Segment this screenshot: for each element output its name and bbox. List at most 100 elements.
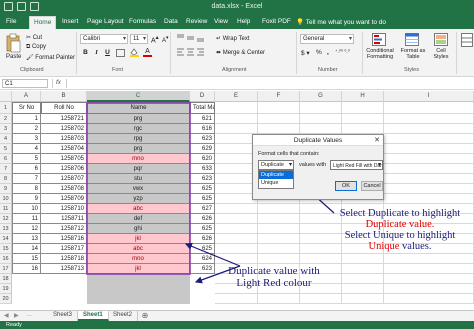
empty-cell[interactable] — [384, 264, 474, 274]
duplicate-cell[interactable]: abc — [87, 244, 190, 254]
table-cell[interactable]: pqr — [87, 164, 190, 174]
name-box[interactable]: C1 — [2, 79, 48, 88]
empty-cell[interactable] — [384, 274, 474, 284]
table-cell[interactable]: 10 — [12, 204, 41, 214]
empty-cell[interactable] — [384, 164, 474, 174]
table-header-cell[interactable]: Name — [87, 102, 190, 114]
table-cell[interactable]: rgc — [87, 124, 190, 134]
column-header[interactable]: I — [384, 91, 474, 102]
column-header[interactable]: D — [190, 91, 215, 102]
table-cell[interactable]: 623 — [190, 134, 215, 144]
empty-cell[interactable] — [215, 294, 258, 304]
sheet-tab-sheet2[interactable]: Sheet2 — [108, 311, 139, 321]
merge-center-button[interactable]: ⬌ Merge & Center — [216, 49, 265, 56]
empty-cell[interactable] — [258, 124, 300, 134]
empty-cell[interactable] — [384, 134, 474, 144]
prev-sheet-icon[interactable]: ◀ — [4, 312, 9, 319]
table-cell[interactable]: 1258704 — [41, 144, 87, 154]
italic-button[interactable]: I — [92, 48, 101, 57]
select-all-corner[interactable] — [0, 91, 12, 102]
row-header[interactable]: 17 — [0, 264, 12, 274]
accounting-format-icon[interactable]: $ ▾ — [301, 49, 310, 57]
cut-button[interactable]: ✂ Cut — [26, 34, 42, 41]
row-header[interactable]: 5 — [0, 144, 12, 154]
row-header[interactable]: 1 — [0, 102, 12, 114]
tab-home[interactable]: Home — [29, 16, 57, 29]
row-header[interactable]: 3 — [0, 124, 12, 134]
table-cell[interactable]: 2 — [12, 124, 41, 134]
table-cell[interactable]: 1258716 — [41, 234, 87, 244]
table-cell[interactable]: 1258703 — [41, 134, 87, 144]
table-cell[interactable]: 1258718 — [41, 254, 87, 264]
comma-style-icon[interactable]: , — [327, 49, 329, 56]
empty-cell[interactable] — [300, 102, 342, 114]
horizontal-align-icons[interactable] — [176, 48, 206, 56]
table-cell[interactable]: def — [87, 214, 190, 224]
empty-cell[interactable] — [258, 214, 300, 224]
empty-cell[interactable] — [215, 254, 258, 264]
table-cell[interactable]: 1258711 — [41, 214, 87, 224]
empty-cell[interactable] — [384, 194, 474, 204]
empty-cell[interactable] — [384, 124, 474, 134]
table-cell[interactable]: 623 — [190, 174, 215, 184]
empty-cell[interactable] — [384, 254, 474, 264]
empty-cell[interactable] — [215, 234, 258, 244]
row-header[interactable]: 18 — [0, 274, 12, 284]
empty-cell[interactable] — [215, 102, 258, 114]
conditional-formatting-button[interactable]: Conditional Formatting — [365, 48, 395, 60]
duplicate-cell[interactable]: abc — [87, 204, 190, 214]
table-cell[interactable]: 616 — [190, 124, 215, 134]
empty-cell[interactable] — [215, 224, 258, 234]
borders-icon[interactable] — [116, 49, 125, 57]
vertical-align-icons[interactable] — [176, 34, 206, 42]
row-header[interactable]: 19 — [0, 284, 12, 294]
underline-button[interactable]: U — [103, 48, 112, 57]
option-unique[interactable]: Unique — [259, 179, 293, 187]
empty-cell[interactable] — [342, 264, 384, 274]
tab-view[interactable]: View — [214, 18, 228, 25]
sheet-tab-sheet3[interactable]: Sheet3 — [48, 311, 79, 321]
copy-button[interactable]: ⧉ Copy — [26, 44, 46, 51]
table-header-cell[interactable]: Total Marks — [190, 102, 215, 114]
empty-cell[interactable] — [384, 154, 474, 164]
table-cell[interactable]: 624 — [190, 254, 215, 264]
cell-styles-icon[interactable] — [434, 33, 448, 46]
table-cell[interactable]: 627 — [190, 204, 215, 214]
table-cell[interactable]: 626 — [190, 234, 215, 244]
empty-cell[interactable] — [215, 124, 258, 134]
column-header[interactable]: H — [342, 91, 384, 102]
tab-page-layout[interactable]: Page Layout — [87, 18, 124, 25]
table-cell[interactable]: 1 — [12, 114, 41, 124]
empty-cell[interactable] — [215, 204, 258, 214]
empty-cell[interactable] — [342, 294, 384, 304]
wrap-text-button[interactable]: ↵ Wrap Text — [216, 35, 250, 42]
empty-cell[interactable] — [384, 102, 474, 114]
table-cell[interactable]: 1258713 — [41, 264, 87, 274]
empty-cell[interactable] — [384, 174, 474, 184]
table-cell[interactable]: yzp — [87, 194, 190, 204]
empty-cell[interactable] — [300, 294, 342, 304]
empty-cell[interactable] — [258, 224, 300, 234]
formula-input[interactable] — [70, 79, 470, 88]
row-header[interactable]: 10 — [0, 194, 12, 204]
tab-help[interactable]: Help — [237, 18, 250, 25]
table-header-cell[interactable]: Roll No — [41, 102, 87, 114]
row-header[interactable]: 16 — [0, 254, 12, 264]
table-header-cell[interactable]: Sr No — [12, 102, 41, 114]
table-cell[interactable]: 629 — [190, 144, 215, 154]
table-cell[interactable]: 626 — [190, 214, 215, 224]
font-size-select[interactable]: 11 — [130, 34, 148, 44]
insert-cells-icon[interactable] — [461, 33, 473, 47]
tab-review[interactable]: Review — [186, 18, 207, 25]
column-header[interactable]: F — [258, 91, 300, 102]
table-cell[interactable]: 625 — [190, 244, 215, 254]
format-painter-button[interactable]: 🖌 Format Painter — [26, 54, 75, 61]
table-cell[interactable]: 1258710 — [41, 204, 87, 214]
column-header[interactable]: G — [300, 91, 342, 102]
tab-insert[interactable]: Insert — [62, 18, 78, 25]
option-duplicate[interactable]: Duplicate — [259, 171, 293, 179]
empty-cell[interactable] — [258, 294, 300, 304]
table-cell[interactable]: 3 — [12, 134, 41, 144]
empty-cell[interactable] — [342, 284, 384, 294]
duplicate-cell[interactable]: mno — [87, 254, 190, 264]
